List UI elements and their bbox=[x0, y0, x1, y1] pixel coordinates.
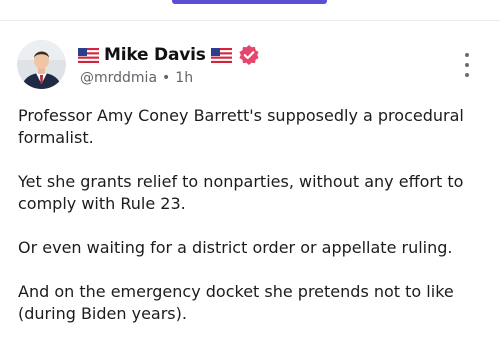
display-name[interactable]: Mike Davis bbox=[104, 45, 206, 65]
more-vertical-icon[interactable] bbox=[460, 53, 474, 77]
post-paragraph: And on the emergency docket she pretends… bbox=[18, 282, 454, 323]
post-paragraph: Yet she grants relief to nonparties, wit… bbox=[18, 172, 464, 213]
menu-dot bbox=[465, 63, 469, 67]
us-flag-icon bbox=[78, 47, 99, 63]
us-flag-icon bbox=[210, 47, 232, 63]
post-paragraph: Or even waiting for a district order or … bbox=[18, 238, 453, 257]
post-meta: @mrddmia • 1h bbox=[80, 68, 193, 88]
post-body: Professor Amy Coney Barrett's supposedly… bbox=[18, 105, 488, 347]
menu-dot bbox=[465, 73, 469, 77]
author-row: Mike Davis bbox=[78, 43, 260, 67]
verified-badge-icon bbox=[239, 45, 259, 65]
avatar-image bbox=[17, 40, 66, 89]
post-paragraph: Professor Amy Coney Barrett's supposedly… bbox=[18, 106, 464, 147]
avatar[interactable] bbox=[17, 40, 66, 89]
meta-separator: • bbox=[162, 70, 171, 86]
active-tab-indicator bbox=[172, 0, 327, 4]
timestamp[interactable]: 1h bbox=[175, 70, 193, 86]
menu-dot bbox=[465, 53, 469, 57]
handle[interactable]: @mrddmia bbox=[80, 70, 157, 86]
post-card[interactable]: Mike Davis @mrddmia • 1h Professor Amy C… bbox=[0, 21, 500, 356]
